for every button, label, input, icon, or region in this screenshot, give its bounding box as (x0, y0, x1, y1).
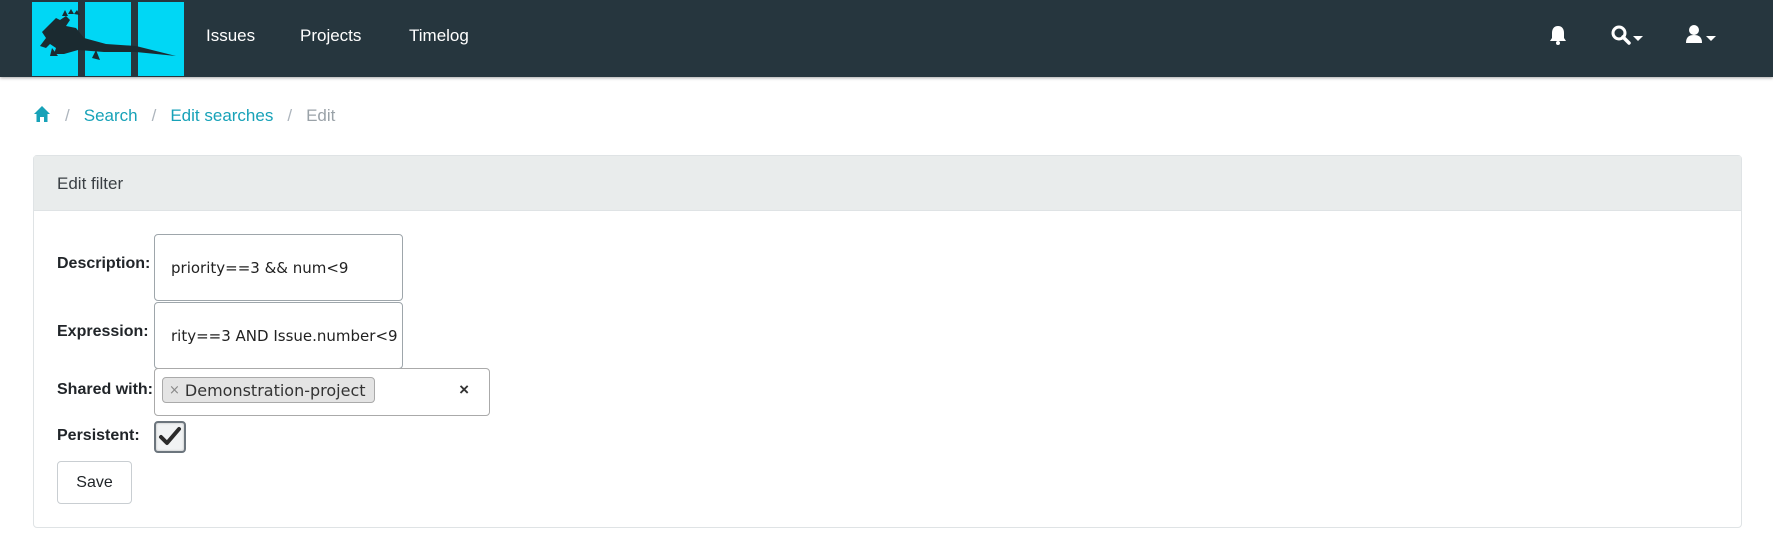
nav-timelog-link[interactable]: Timelog (409, 26, 469, 46)
search-icon[interactable] (1610, 24, 1646, 48)
project-tag: × Demonstration-project (162, 377, 375, 403)
expression-value: rity==3 AND Issue.number<9 (171, 326, 398, 345)
shared-with-select[interactable]: × Demonstration-project × (154, 368, 490, 416)
iguana-icon (40, 9, 176, 60)
persistent-label: Persistent: (57, 427, 140, 444)
description-value: priority==3 && num<9 (171, 258, 349, 277)
bell-icon[interactable] (1549, 24, 1567, 48)
remove-tag-icon[interactable]: × (169, 383, 180, 398)
user-icon[interactable] (1685, 24, 1721, 48)
breadcrumb-separator: / (151, 106, 157, 125)
expression-field[interactable]: rity==3 AND Issue.number<9 (154, 302, 403, 369)
breadcrumb-edit-searches-link[interactable]: Edit searches (170, 106, 273, 126)
persistent-checkbox[interactable] (154, 421, 186, 453)
home-icon[interactable] (33, 105, 51, 128)
nav-issues-link[interactable]: Issues (206, 26, 255, 46)
card-title: Edit filter (34, 156, 1741, 211)
description-label: Description: (57, 255, 151, 272)
shared-with-label: Shared with: (57, 381, 154, 398)
nav-projects-link[interactable]: Projects (300, 26, 361, 46)
breadcrumb: / Search / Edit searches / Edit (33, 105, 335, 127)
edit-filter-card: Edit filter Description: priority==3 && … (33, 155, 1742, 528)
breadcrumb-search-link[interactable]: Search (84, 106, 138, 126)
app-logo[interactable] (32, 2, 184, 76)
clear-selection-icon[interactable]: × (459, 380, 469, 400)
project-tag-label: Demonstration-project (184, 380, 366, 400)
top-navbar: Issues Projects Timelog (0, 0, 1773, 77)
expression-label: Expression: (57, 323, 149, 340)
description-field[interactable]: priority==3 && num<9 (154, 234, 403, 301)
save-button[interactable]: Save (57, 461, 132, 504)
checkmark-icon (159, 427, 181, 445)
breadcrumb-current: Edit (306, 106, 336, 125)
breadcrumb-separator: / (65, 106, 70, 125)
breadcrumb-separator: / (287, 106, 293, 125)
